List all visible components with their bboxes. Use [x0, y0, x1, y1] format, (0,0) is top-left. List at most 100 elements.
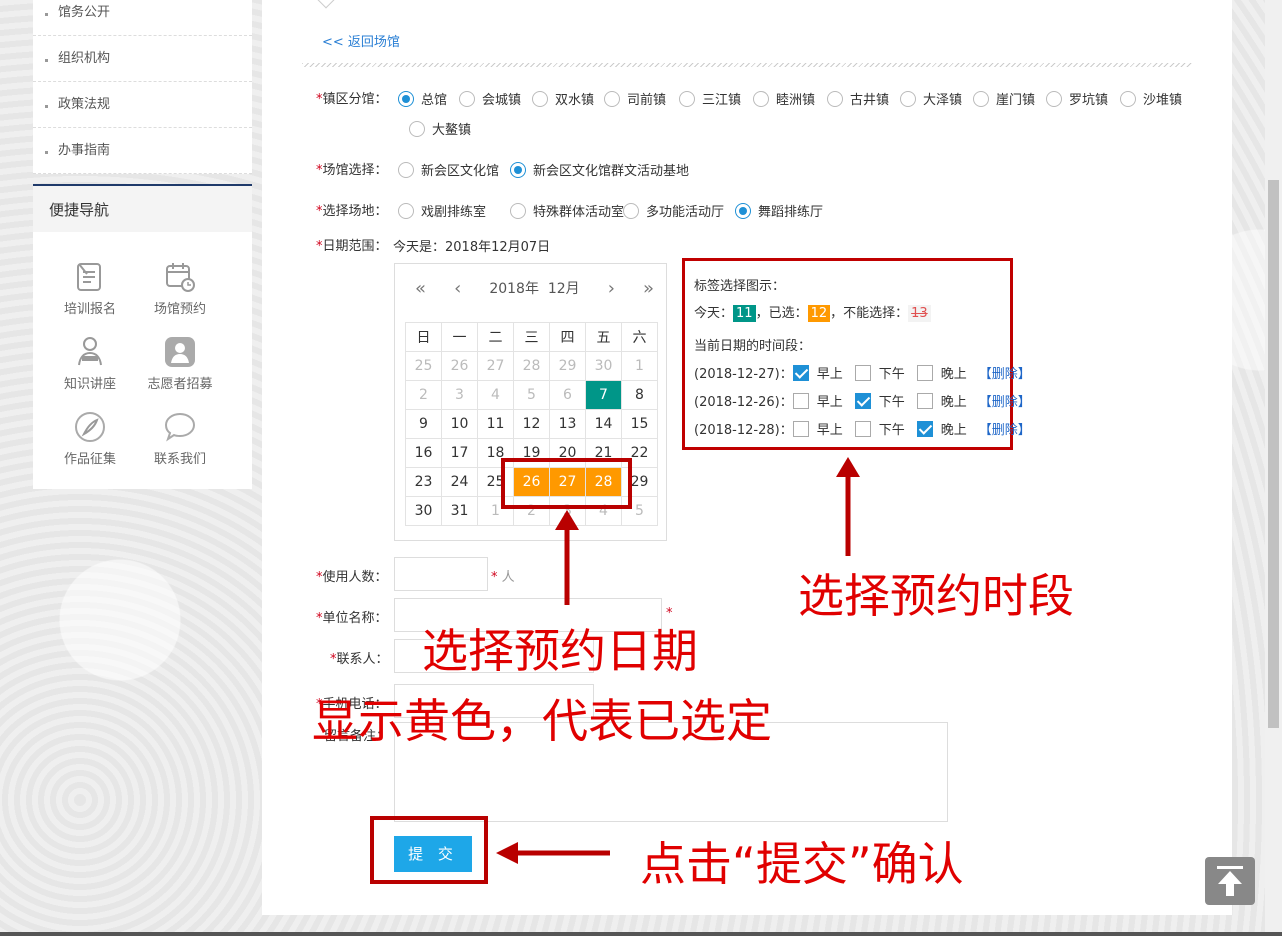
sidebar-item-affairs[interactable]: 馆务公开	[33, 0, 252, 36]
delete-timeslot-link[interactable]: 【删除】	[979, 419, 1031, 438]
room-option[interactable]: 多功能活动厅	[623, 201, 724, 220]
room-option[interactable]: 特殊群体活动室	[510, 201, 624, 220]
radio-button[interactable]	[1120, 90, 1136, 107]
calendar-day[interactable]: 8	[621, 380, 658, 410]
district-option[interactable]: 司前镇	[604, 89, 666, 108]
sidebar-item-organization[interactable]: 组织机构	[33, 36, 252, 82]
timeslot-checkbox[interactable]	[916, 364, 933, 381]
radio-button[interactable]	[398, 161, 414, 178]
radio-button[interactable]	[510, 202, 526, 219]
calendar-day[interactable]: 10	[441, 409, 478, 439]
scrollbar-thumb[interactable]	[1268, 180, 1279, 728]
calendar-day[interactable]: 23	[405, 467, 442, 497]
next-month-button[interactable]: ›	[608, 278, 615, 299]
room-option[interactable]: 戏剧排练室	[398, 201, 486, 220]
calendar-day[interactable]: 11	[477, 409, 514, 439]
back-to-venue-link[interactable]: << 返回场馆	[322, 31, 400, 50]
radio-button[interactable]	[827, 90, 843, 107]
calendar-day[interactable]: 29	[549, 351, 586, 381]
radio-button[interactable]	[753, 90, 769, 107]
calendar-day[interactable]: 13	[549, 409, 586, 439]
calendar-day[interactable]: 1	[621, 351, 658, 381]
calendar-day[interactable]: 31	[441, 496, 478, 526]
district-option[interactable]: 大泽镇	[900, 89, 962, 108]
calendar-day[interactable]: 9	[405, 409, 442, 439]
radio-button[interactable]	[623, 202, 639, 219]
venue-option[interactable]: 新会区文化馆群文活动基地	[510, 160, 689, 179]
legend-box: 标签选择图示： 今天： 11 ，已选： 12 ，不能选择： 13 当前日期的时间段： (2…	[682, 258, 1031, 450]
calendar-day[interactable]: 14	[585, 409, 622, 439]
timeslot-checkbox[interactable]	[854, 420, 871, 437]
district-option[interactable]: 睦洲镇	[753, 89, 815, 108]
prev-year-button[interactable]: «	[415, 278, 426, 299]
radio-button[interactable]	[532, 90, 548, 107]
room-label: *选择场地：	[316, 204, 388, 219]
calendar-day[interactable]: 27	[477, 351, 514, 381]
radio-button[interactable]	[409, 120, 425, 137]
district-option[interactable]: 总馆	[398, 89, 447, 108]
district-option[interactable]: 古井镇	[827, 89, 889, 108]
radio-button[interactable]	[604, 90, 620, 107]
calendar-day[interactable]: 3	[441, 380, 478, 410]
calendar-day[interactable]: 5	[513, 380, 550, 410]
timeslot-date: (2018-12-26)：	[694, 395, 793, 410]
calendar-day[interactable]: 17	[441, 438, 478, 468]
calendar-day[interactable]: 24	[441, 467, 478, 497]
district-option[interactable]: 大鳌镇	[409, 119, 471, 138]
district-option[interactable]: 罗坑镇	[1046, 89, 1108, 108]
timeslot-checkbox[interactable]	[854, 364, 871, 381]
calendar-day-today[interactable]: 7	[585, 380, 622, 410]
calendar-day[interactable]: 30	[405, 496, 442, 526]
radio-button[interactable]	[900, 90, 916, 107]
calendar-day[interactable]: 4	[477, 380, 514, 410]
district-option[interactable]: 三江镇	[679, 89, 741, 108]
calendar-day[interactable]: 15	[621, 409, 658, 439]
next-year-button[interactable]: »	[643, 278, 654, 299]
back-to-top-button[interactable]	[1205, 857, 1255, 905]
prev-month-button[interactable]: ‹	[454, 278, 461, 299]
timeslot-checkbox[interactable]	[916, 420, 933, 437]
district-option[interactable]: 沙堆镇	[1120, 89, 1182, 108]
quick-nav-volunteer[interactable]: 志愿者招募	[135, 335, 225, 392]
radio-button[interactable]	[973, 90, 989, 107]
timeslot-checkbox[interactable]	[792, 420, 809, 437]
calendar-day[interactable]: 25	[405, 351, 442, 381]
calendar-day[interactable]: 26	[441, 351, 478, 381]
delete-timeslot-link[interactable]: 【删除】	[979, 363, 1031, 382]
timeslot-checkbox[interactable]	[916, 392, 933, 409]
timeslot-checkbox[interactable]	[792, 392, 809, 409]
page-scrollbar[interactable]	[1265, 0, 1282, 936]
calendar-day[interactable]: 12	[513, 409, 550, 439]
timeslot-checkbox[interactable]	[792, 364, 809, 381]
quick-nav-signup[interactable]: 培训报名	[45, 260, 135, 317]
quick-nav-venue-booking[interactable]: 场馆预约	[135, 260, 225, 317]
calendar-day[interactable]: 6	[549, 380, 586, 410]
sidebar-item-guide[interactable]: 办事指南	[33, 128, 252, 174]
venue-option[interactable]: 新会区文化馆	[398, 160, 499, 179]
calendar-day[interactable]: 2	[405, 380, 442, 410]
calendar-day[interactable]: 30	[585, 351, 622, 381]
quick-nav-contact[interactable]: 联系我们	[135, 410, 225, 467]
radio-button[interactable]	[459, 90, 475, 107]
radio-button[interactable]	[735, 202, 751, 219]
delete-timeslot-link[interactable]: 【删除】	[979, 391, 1031, 410]
district-option[interactable]: 崖门镇	[973, 89, 1035, 108]
timeslot-checkbox[interactable]	[854, 392, 871, 409]
district-option-label: 三江镇	[702, 93, 742, 108]
sidebar-item-policies[interactable]: 政策法规	[33, 82, 252, 128]
calendar-day[interactable]: 28	[513, 351, 550, 381]
room-option[interactable]: 舞蹈排练厅	[735, 201, 823, 220]
calendar-day[interactable]: 16	[405, 438, 442, 468]
quick-nav-lecture[interactable]: 知识讲座	[45, 335, 135, 392]
radio-button[interactable]	[398, 202, 414, 219]
quick-nav-works[interactable]: 作品征集	[45, 410, 135, 467]
weekday-header: 二	[477, 322, 514, 352]
radio-button[interactable]	[398, 90, 414, 107]
district-option[interactable]: 会城镇	[459, 89, 521, 108]
radio-button[interactable]	[510, 161, 526, 178]
people-count-input[interactable]	[394, 557, 488, 591]
radio-button[interactable]	[679, 90, 695, 107]
quick-nav-label: 志愿者招募	[147, 377, 213, 392]
radio-button[interactable]	[1046, 90, 1062, 107]
district-option[interactable]: 双水镇	[532, 89, 594, 108]
